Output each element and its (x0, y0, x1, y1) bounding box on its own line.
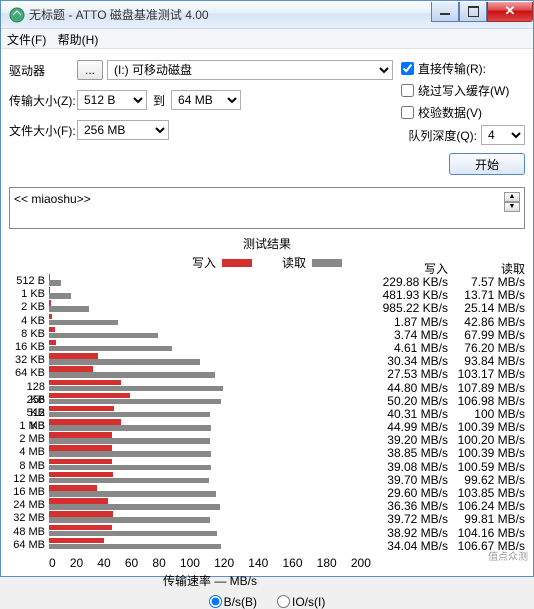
start-button[interactable]: 开始 (449, 153, 525, 175)
description-box[interactable]: << miaoshu>> ▲▼ (9, 187, 525, 229)
watermark: 值点众测 (488, 548, 528, 563)
close-button[interactable]: ✕ (487, 2, 533, 22)
menubar: 文件(F) 帮助(H) (1, 29, 533, 49)
drive-label: 驱动器 (9, 62, 77, 79)
verify-data-checkbox[interactable]: 校验数据(V) (401, 101, 525, 123)
maximize-button[interactable] (459, 2, 487, 22)
menu-file[interactable]: 文件(F) (7, 33, 46, 47)
file-size-select[interactable]: 256 MB (77, 120, 169, 140)
transfer-from-select[interactable]: 512 B (77, 90, 147, 110)
app-icon (9, 7, 25, 23)
queue-depth-label: 队列深度(Q): (408, 127, 477, 144)
window-title: 无标题 - ATTO 磁盘基准测试 4.00 (29, 6, 431, 23)
x-axis-label: 传输速率 — MB/s (41, 572, 379, 589)
transfer-to-select[interactable]: 64 MB (171, 90, 241, 110)
minimize-button[interactable] (431, 2, 459, 22)
spin-down[interactable]: ▼ (504, 202, 520, 212)
browse-button[interactable]: ... (77, 60, 103, 80)
drive-select[interactable]: (I:) 可移动磁盘 (107, 60, 393, 80)
menu-help[interactable]: 帮助(H) (58, 33, 99, 47)
titlebar: 无标题 - ATTO 磁盘基准测试 4.00 ✕ (1, 1, 533, 29)
spin-up[interactable]: ▲ (504, 192, 520, 202)
bytes-radio[interactable]: B/s(B) (209, 595, 257, 609)
io-radio[interactable]: IO/s(I) (277, 595, 325, 609)
chart: 512 B1 KB2 KB4 KB8 KB16 KB32 KB64 KB128 … (1, 273, 533, 552)
direct-io-checkbox[interactable]: 直接传输(R): (401, 57, 525, 79)
to-label: 到 (153, 92, 165, 109)
queue-depth-select[interactable]: 4 (481, 125, 525, 145)
transfer-size-label: 传输大小(Z): (9, 92, 77, 109)
file-size-label: 文件大小(F): (9, 122, 77, 139)
bypass-cache-checkbox[interactable]: 绕过写入缓存(W) (401, 79, 525, 101)
results-title: 测试结果 (1, 235, 533, 252)
